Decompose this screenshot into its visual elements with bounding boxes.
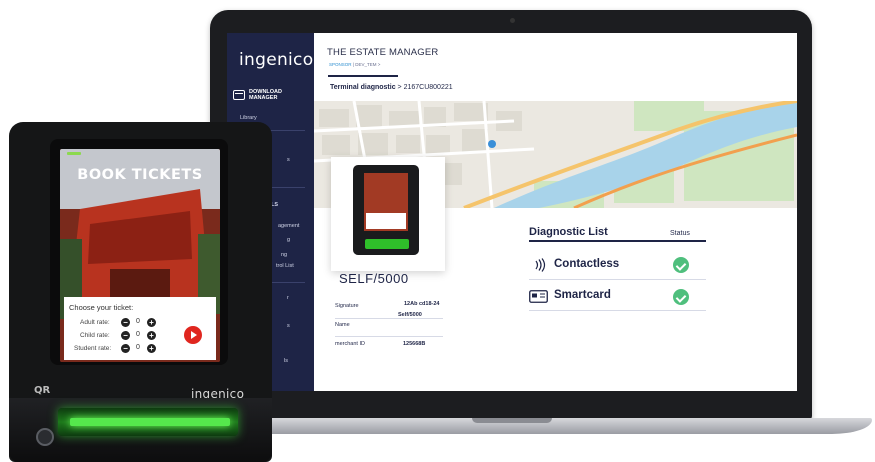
child-increment-button[interactable]: + — [147, 331, 156, 340]
child-rate-label: Child rate: — [80, 332, 110, 339]
divider — [529, 279, 706, 280]
laptop-screen: ingenico DOWNLOAD MANAGER Library s LS a… — [227, 33, 797, 391]
sidebar-section-label: LS — [271, 202, 279, 208]
screen-title: BOOK TICKETS — [77, 167, 203, 183]
terminal-screen: BOOK TICKETS Choose your ticket: Adult r… — [60, 149, 220, 362]
sidebar-item-partial[interactable]: ls — [284, 358, 288, 364]
signature-label: Signature — [335, 303, 359, 309]
signature-value: 12Ab cd18-24 — [404, 301, 440, 307]
diagnostic-item-label: Contactless — [554, 258, 620, 270]
terminal-name: SELF/5000 — [339, 271, 409, 286]
sidebar-item-library[interactable]: Library — [240, 115, 257, 121]
divider — [335, 318, 443, 319]
name-label: Name — [335, 322, 350, 328]
status-ok-icon — [673, 289, 689, 305]
page-subtitle: Terminal diagnostic > 2167CU800221 — [330, 84, 453, 91]
adult-count: 0 — [136, 318, 140, 325]
choose-prompt: Choose your ticket: — [69, 303, 134, 312]
ticket-panel: Choose your ticket: Adult rate: − 0 + Ch… — [64, 297, 216, 360]
child-decrement-button[interactable]: − — [121, 331, 130, 340]
breadcrumb-item[interactable]: DEV_TEM > — [355, 62, 380, 67]
sidebar-item-partial[interactable]: s — [287, 157, 290, 163]
diagnostic-item-label: Smartcard — [554, 289, 611, 301]
breadcrumb: SPONSOR | DEV_TEM > — [329, 62, 381, 67]
status-column-header: Status — [670, 230, 690, 237]
sidebar-item-control-list[interactable]: trol List — [276, 263, 294, 269]
student-increment-button[interactable]: + — [147, 344, 156, 353]
divider — [529, 240, 706, 242]
adult-rate-label: Adult rate: — [80, 319, 110, 326]
status-ok-icon — [673, 257, 689, 273]
divider — [529, 310, 706, 311]
sidebar-item-partial[interactable]: r — [287, 295, 289, 301]
sidebar-item-label: DOWNLOAD MANAGER — [249, 89, 282, 101]
child-count: 0 — [136, 331, 140, 338]
diagnostic-list-title: Diagnostic List — [529, 226, 608, 238]
page-title: THE ESTATE MANAGER — [327, 47, 439, 58]
student-decrement-button[interactable]: − — [121, 344, 130, 353]
camera-icon — [510, 18, 515, 23]
sidebar-item-management[interactable]: agement — [278, 223, 299, 229]
student-count: 0 — [136, 344, 140, 351]
terminal-thumbnail — [353, 165, 419, 255]
smartcard-icon — [529, 290, 548, 303]
status-led — [67, 152, 81, 155]
merchant-id-value: 125668B — [403, 341, 426, 347]
adult-decrement-button[interactable]: − — [121, 318, 130, 327]
merchant-id-label: merchant ID — [335, 341, 365, 347]
contactless-icon — [535, 258, 546, 272]
adult-increment-button[interactable]: + — [147, 318, 156, 327]
sidebar-item-partial[interactable]: s — [287, 323, 290, 329]
play-icon[interactable] — [184, 326, 202, 344]
divider — [335, 336, 443, 337]
qr-logo: QR — [34, 385, 51, 396]
sidebar-item-download-manager[interactable]: DOWNLOAD MANAGER — [233, 89, 311, 101]
sidebar-item-partial[interactable]: ng — [281, 252, 287, 258]
sidebar-logo: ingenico — [239, 50, 314, 70]
card-slot-light — [70, 418, 230, 426]
title-underline — [328, 75, 398, 77]
sidebar-item-partial[interactable]: g — [287, 237, 290, 243]
audio-jack-icon — [36, 428, 54, 446]
breadcrumb-link[interactable]: SPONSOR — [329, 62, 352, 67]
laptop-notch — [472, 418, 552, 423]
download-manager-icon — [233, 90, 245, 100]
terminal-image-card — [331, 157, 445, 271]
student-rate-label: Student rate: — [74, 345, 112, 352]
